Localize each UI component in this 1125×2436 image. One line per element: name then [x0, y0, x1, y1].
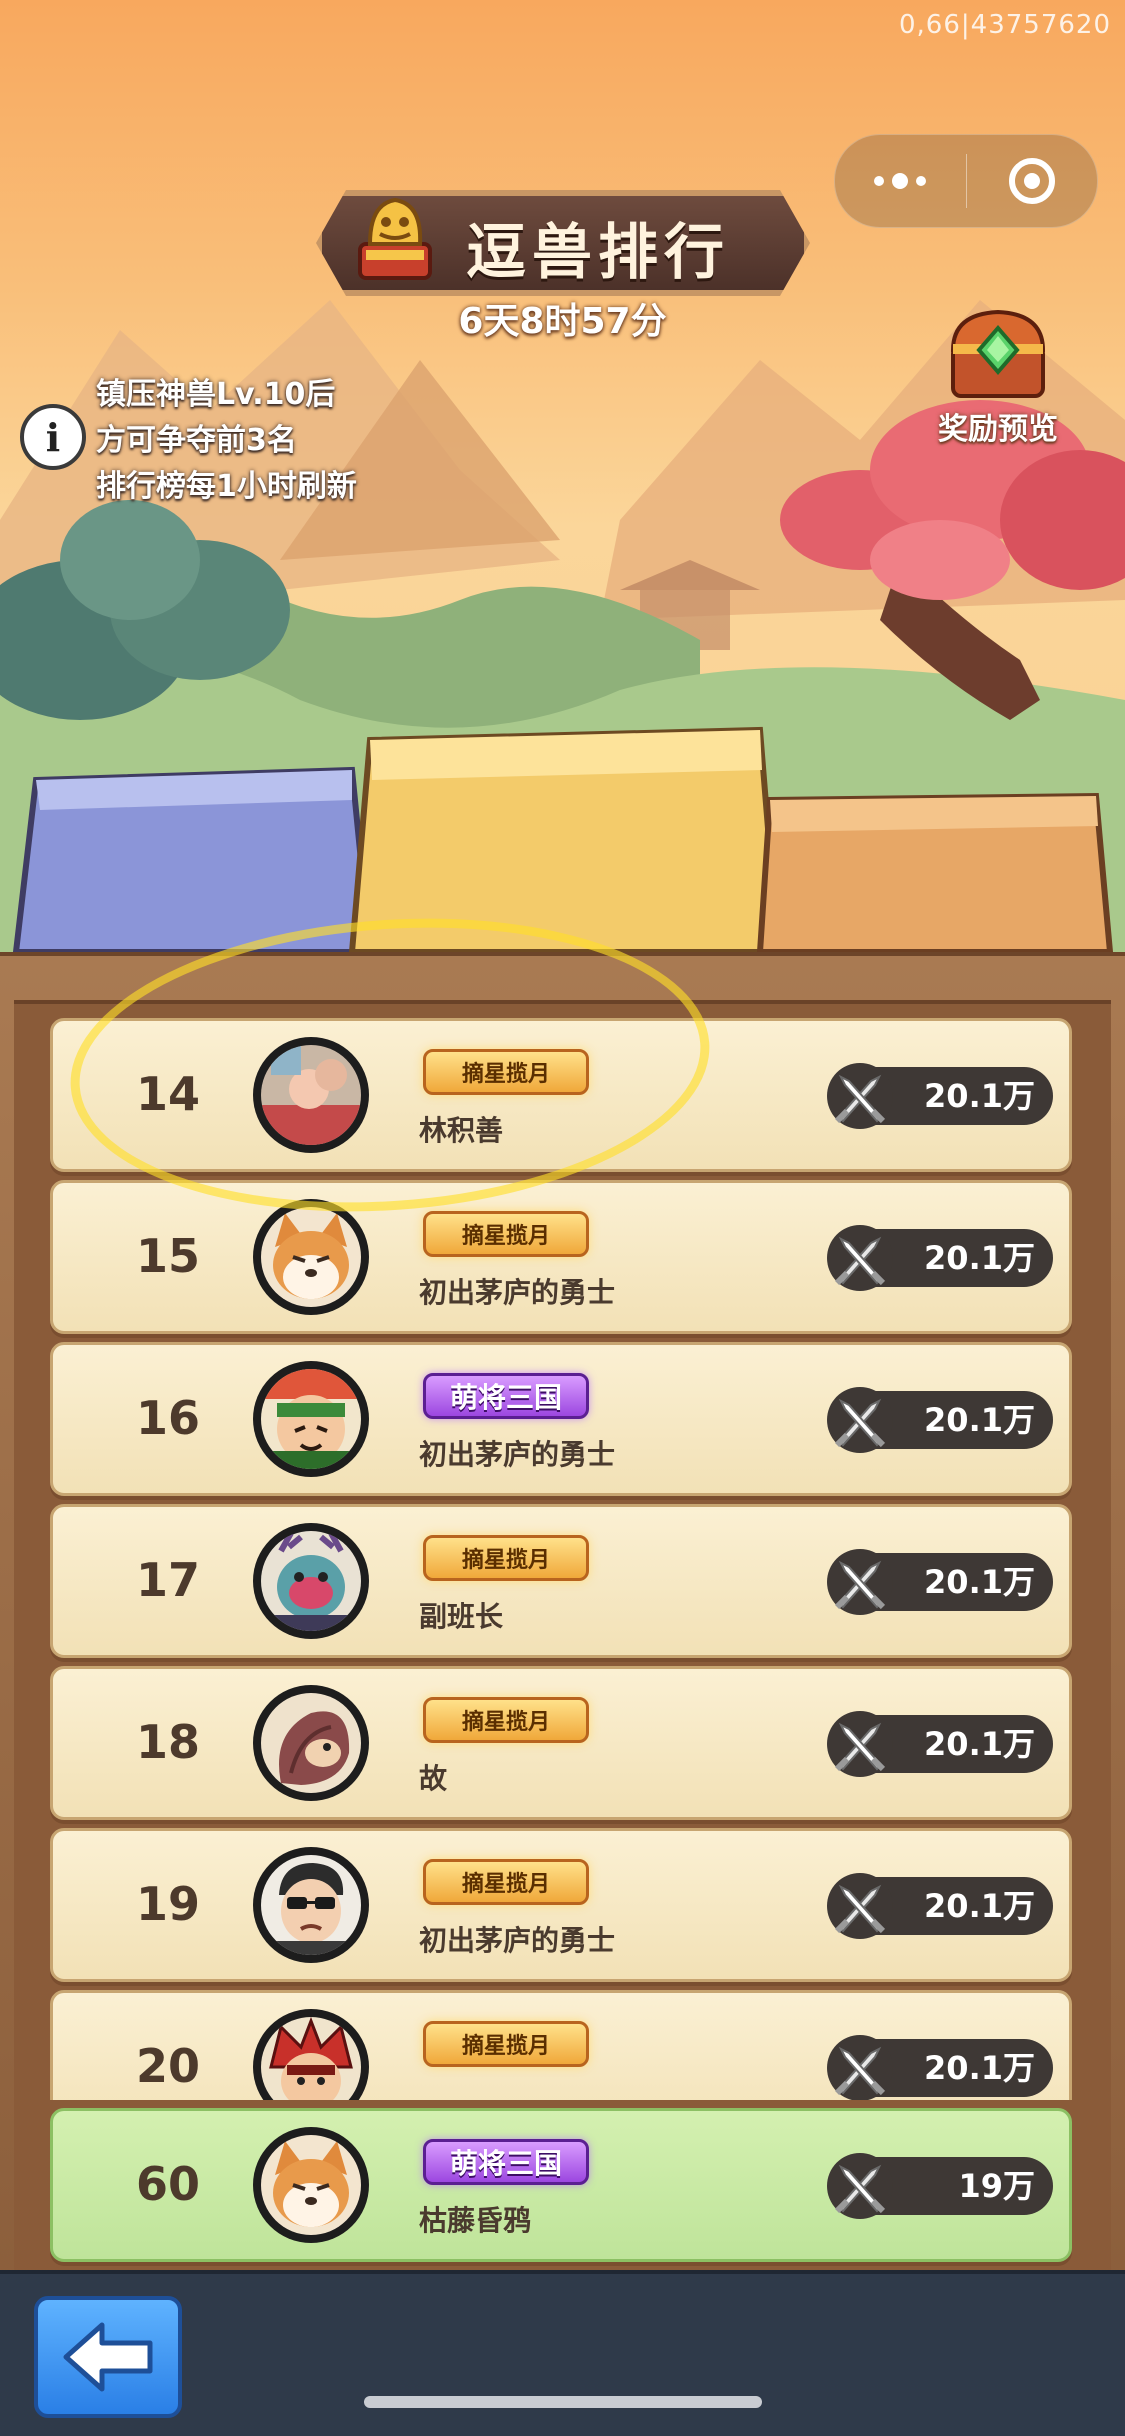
ranking-row[interactable]: 18 摘星揽月故 20.1万: [50, 1666, 1072, 1820]
rank-number: 20: [135, 2039, 200, 2093]
ranking-row[interactable]: 19 摘星揽月 初出茅庐的勇士 20.1万: [50, 1828, 1072, 1982]
crossed-swords-icon: [825, 1223, 895, 1293]
crossed-swords-icon: [825, 2033, 895, 2100]
mini-program-capsule: [834, 134, 1098, 228]
crossed-swords-icon: [825, 1709, 895, 1779]
rank-number: 60: [135, 2157, 200, 2211]
reward-preview-label: 奖励预览: [938, 412, 1058, 447]
home-indicator: [364, 2396, 762, 2408]
player-name: 副班长: [419, 1600, 504, 1633]
page-title: 逗兽排行: [466, 218, 730, 288]
player-name: 初出茅庐的勇士: [419, 1438, 616, 1471]
more-dots-icon: [874, 173, 927, 189]
golden-beast-trophy-icon: [358, 197, 432, 280]
reward-preview-button[interactable]: 奖励预览: [930, 306, 1066, 448]
info-icon[interactable]: i: [20, 404, 86, 470]
player-avatar[interactable]: [253, 1685, 369, 1801]
rank-number: 14: [135, 1067, 200, 1121]
rank-number: 18: [135, 1715, 200, 1769]
rank-number: 17: [135, 1553, 200, 1607]
rank-number: 19: [135, 1877, 200, 1931]
title-badge: 摘星揽月: [423, 1697, 589, 1743]
bottom-bar: [0, 2270, 1125, 2436]
rank-number: 16: [135, 1391, 200, 1445]
player-name: 枯藤昏鸦: [419, 2204, 532, 2237]
ranking-row[interactable]: 17 摘星揽月 副班长 20.1万: [50, 1504, 1072, 1658]
ranking-row[interactable]: 20 摘星揽月 20.1万: [50, 1990, 1072, 2100]
player-name: 初出茅庐的勇士: [419, 1276, 616, 1309]
note-line: 镇压神兽Lv.10后: [96, 377, 336, 412]
crossed-swords-icon: [825, 1385, 895, 1455]
crossed-swords-icon: [825, 1547, 895, 1617]
treasure-chest-icon: [950, 309, 1046, 398]
player-avatar[interactable]: [253, 1523, 369, 1639]
player-avatar[interactable]: [253, 2009, 369, 2100]
title-badge: 萌将三国: [423, 1373, 589, 1419]
ranking-notes: 镇压神兽Lv.10后 方可争夺前3名 排行榜每1小时刷新: [96, 372, 357, 510]
title-badge: 摘星揽月: [423, 1535, 589, 1581]
title-badge: 摘星揽月: [423, 2021, 589, 2067]
rank-number: 15: [135, 1229, 200, 1283]
player-avatar[interactable]: [253, 1037, 369, 1153]
more-button[interactable]: [835, 135, 966, 227]
player-name: 林积善: [419, 1114, 504, 1147]
title-badge: 摘星揽月: [423, 1049, 589, 1095]
player-name: 故: [419, 1762, 448, 1795]
player-avatar[interactable]: [253, 2127, 369, 2243]
ranking-row[interactable]: 15 摘星揽月 初出茅庐的勇士 20.1万: [50, 1180, 1072, 1334]
crossed-swords-icon: [825, 2151, 895, 2221]
my-rank-row[interactable]: 60 萌将三国 枯藤昏鸦 19万: [50, 2108, 1072, 2262]
title-badge: 摘星揽月: [423, 1211, 589, 1257]
title-badge: 摘星揽月: [423, 1859, 589, 1905]
note-line: 方可争夺前3名: [96, 423, 297, 458]
ranking-list[interactable]: 14 摘星揽月 林积善 20.1万 15 摘星揽月 初出茅庐的勇士 20.1万 16 萌将三国 初出…: [0, 1000, 1125, 2100]
crossed-swords-icon: [825, 1061, 895, 1131]
player-avatar[interactable]: [253, 1199, 369, 1315]
mini-program-close-icon: [1008, 158, 1055, 204]
title-banner: 逗兽排行: [316, 190, 810, 296]
close-mini-program-button[interactable]: [967, 135, 1098, 227]
ranking-row[interactable]: 16 萌将三国 初出茅庐的勇士 20.1万: [50, 1342, 1072, 1496]
debug-id-text: 0,66|43757620: [899, 10, 1111, 40]
crossed-swords-icon: [825, 1871, 895, 1941]
back-arrow-icon: [63, 2322, 153, 2392]
ranking-row[interactable]: 14 摘星揽月 林积善 20.1万: [50, 1018, 1072, 1172]
title-badge: 萌将三国: [423, 2139, 589, 2185]
back-button[interactable]: [34, 2296, 182, 2418]
player-name: 初出茅庐的勇士: [419, 1924, 616, 1957]
player-avatar[interactable]: [253, 1361, 369, 1477]
note-line: 排行榜每1小时刷新: [96, 469, 357, 504]
player-avatar[interactable]: [253, 1847, 369, 1963]
